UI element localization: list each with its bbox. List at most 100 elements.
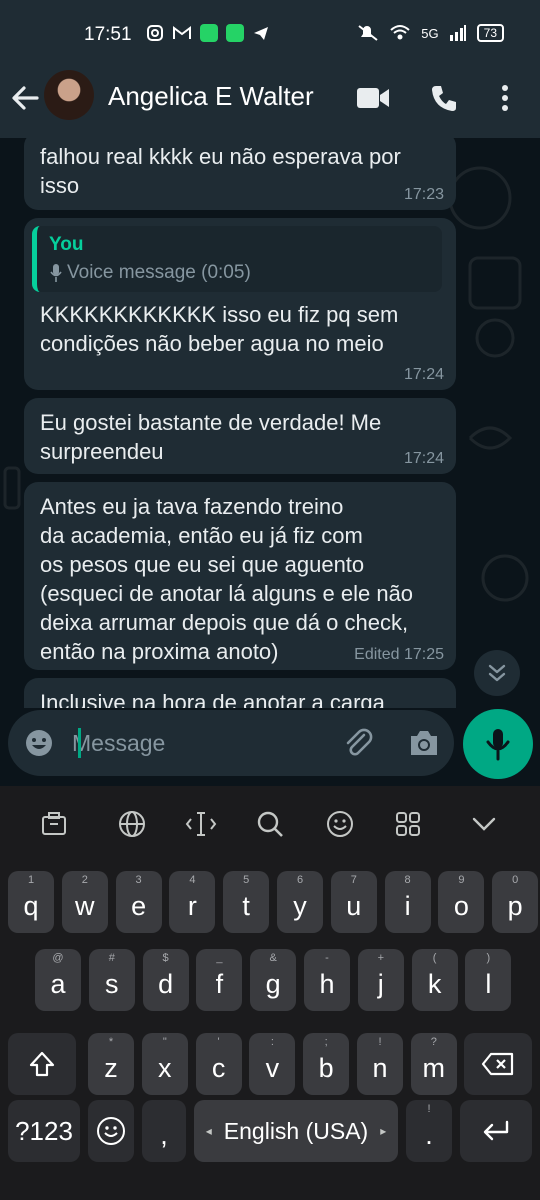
key-h[interactable]: -h <box>304 949 350 1011</box>
more-options-icon[interactable] <box>500 84 510 114</box>
back-arrow-icon[interactable] <box>10 80 40 116</box>
space-key[interactable]: ◂ English (USA) ▸ <box>194 1100 398 1162</box>
comma-key[interactable]: , <box>142 1100 186 1162</box>
contact-avatar[interactable] <box>44 70 94 120</box>
text-cursor <box>78 728 81 758</box>
message-bubble-incoming[interactable]: falhou real kkkk eu não esperava por iss… <box>24 138 456 210</box>
message-input[interactable] <box>72 724 322 762</box>
chat-area[interactable]: falhou real kkkk eu não esperava por iss… <box>0 138 540 708</box>
message-text: falhou real kkkk eu não esperava por iss… <box>40 144 401 198</box>
message-text: KKKKKKKKKKKK isso eu fiz pq sem condiçõe… <box>40 302 399 356</box>
globe-icon[interactable] <box>114 806 150 842</box>
key-i[interactable]: 8i <box>384 871 431 933</box>
key-e[interactable]: 3e <box>115 871 162 933</box>
signal-icon <box>449 25 466 41</box>
message-bubble-incoming[interactable]: Antes eu ja tava fazendo treino da acade… <box>24 482 456 670</box>
key-hint: ! <box>378 1036 382 1048</box>
message-text: Antes eu ja tava fazendo treino da acade… <box>40 494 414 664</box>
key-a[interactable]: @ a <box>35 949 81 1011</box>
symbols-key[interactable]: ?123 <box>8 1100 80 1162</box>
key-f[interactable]: _ f <box>196 949 243 1011</box>
scroll-to-bottom-button[interactable] <box>474 650 520 696</box>
key-label: x <box>158 1052 172 1083</box>
period-key[interactable]: ! . <box>406 1100 452 1162</box>
key-g[interactable]: & g <box>250 949 297 1011</box>
chat-header: Angelica E Walter <box>0 64 540 138</box>
key-hint: 2 <box>81 874 88 886</box>
emoji-icon[interactable] <box>24 728 54 758</box>
key-u[interactable]: 7u <box>330 871 377 933</box>
key-x[interactable]: " x <box>141 1033 188 1095</box>
emoji-icon[interactable] <box>322 806 358 842</box>
message-time: 17:24 <box>403 450 444 467</box>
key-j[interactable]: + j <box>357 949 404 1011</box>
hide-keyboard-icon[interactable] <box>466 806 502 842</box>
key-o[interactable]: 9o <box>438 871 485 933</box>
key-s[interactable]: # s <box>88 949 135 1011</box>
video-call-icon[interactable] <box>356 86 390 110</box>
key-w[interactable]: 2w <box>61 871 108 933</box>
key-hint: " <box>162 1036 167 1048</box>
text-cursor-control-icon[interactable] <box>183 806 219 842</box>
key-label: n <box>372 1052 388 1083</box>
key-label: u <box>346 890 362 921</box>
key-hint: ; <box>324 1036 328 1048</box>
key-label: i <box>404 890 411 921</box>
key-b[interactable]: ; b <box>303 1033 350 1095</box>
camera-icon[interactable] <box>408 728 440 758</box>
enter-key[interactable] <box>460 1100 532 1162</box>
key-hint: 3 <box>135 874 142 886</box>
layout-grid-icon[interactable] <box>390 806 426 842</box>
whatsapp-icon <box>200 24 218 42</box>
key-label: r <box>187 890 197 921</box>
message-bubble-incoming[interactable]: Inclusive na hora de anotar a carga <box>24 678 456 708</box>
status-time: 17:51 <box>84 24 132 45</box>
key-l[interactable]: ) l <box>465 949 512 1011</box>
key-y[interactable]: 6y <box>277 871 323 933</box>
voice-call-icon[interactable] <box>430 84 458 112</box>
key-d[interactable]: $ d <box>142 949 189 1011</box>
notification-icons <box>146 24 270 42</box>
key-label: g <box>265 968 281 999</box>
key-hint: ( <box>432 952 437 964</box>
key-hint: 4 <box>189 874 196 886</box>
contact-name[interactable]: Angelica E Walter <box>108 81 314 112</box>
emoji-key[interactable] <box>88 1100 134 1162</box>
enter-icon <box>483 1120 509 1141</box>
microphone-icon <box>50 264 62 282</box>
key-v[interactable]: :v <box>249 1033 296 1095</box>
key-label: q <box>23 890 39 921</box>
on-screen-keyboard: 1q2w3e4r5t6y7u8i9o0p @ a # s $ d _ f & g - h + j(k) l … <box>0 786 540 1200</box>
key-r[interactable]: 4r <box>169 871 216 933</box>
key-k[interactable]: (k <box>411 949 458 1011</box>
key-n[interactable]: ! n <box>357 1033 403 1095</box>
key-label: k <box>427 968 442 999</box>
key-q[interactable]: 1q <box>8 871 54 933</box>
backspace-key[interactable] <box>464 1033 532 1095</box>
shift-key[interactable] <box>8 1033 76 1095</box>
backspace-icon <box>481 1052 514 1076</box>
voice-record-button[interactable] <box>463 709 533 779</box>
status-bar: 17:51 5G 73 <box>0 0 540 64</box>
key-t[interactable]: 5t <box>223 871 270 933</box>
double-chevron-down-icon <box>488 664 506 682</box>
quoted-message[interactable]: You Voice message (0:05) <box>32 226 442 292</box>
key-c[interactable]: ' c <box>195 1033 242 1095</box>
key-hint: & <box>269 952 277 964</box>
key-label: b <box>318 1052 334 1083</box>
key-z[interactable]: * z <box>88 1033 134 1095</box>
emoji-icon <box>97 1117 125 1145</box>
message-bubble-incoming[interactable]: You Voice message (0:05) KKKKKKKKKKKK is… <box>24 218 456 390</box>
key-label: c <box>211 1052 226 1083</box>
key-p[interactable]: 0p <box>492 871 539 933</box>
key-hint: @ <box>52 952 64 964</box>
key-m[interactable]: ? m <box>410 1033 457 1095</box>
comma-key-label: , <box>160 1119 168 1150</box>
key-hint: 0 <box>512 874 519 886</box>
search-icon[interactable] <box>252 806 288 842</box>
message-bubble-incoming[interactable]: Eu gostei bastante de verdade! Me surpre… <box>24 398 456 474</box>
clipboard-icon[interactable] <box>36 806 72 842</box>
attach-icon[interactable] <box>342 727 374 759</box>
key-hint: # <box>108 952 115 964</box>
key-label: s <box>105 968 119 999</box>
